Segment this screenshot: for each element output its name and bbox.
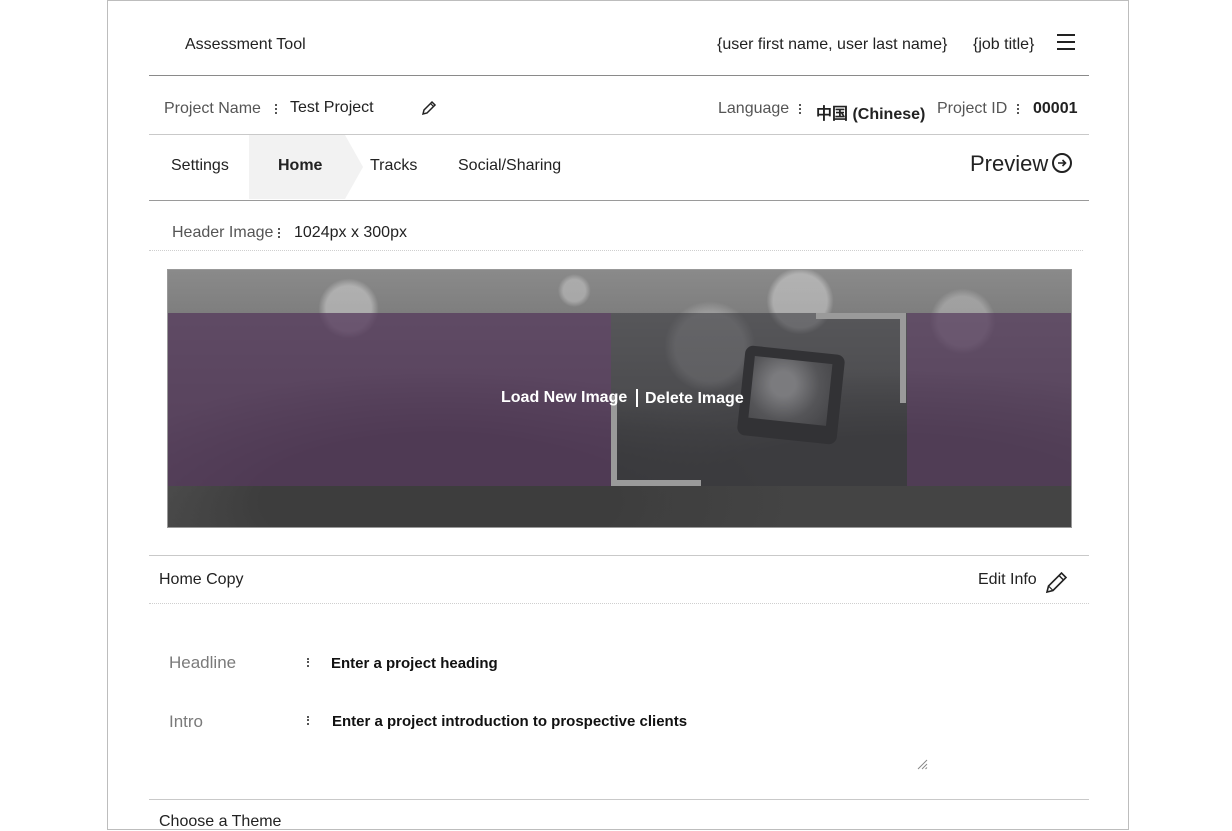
tab-home[interactable]: Home xyxy=(278,157,322,175)
project-id-value: 00001 xyxy=(1033,100,1078,117)
app-title: Assessment Tool xyxy=(185,36,306,53)
hero-overlay-right xyxy=(907,313,1071,486)
section-divider xyxy=(149,555,1089,556)
pencil-icon[interactable] xyxy=(421,100,437,116)
edit-info-button[interactable]: Edit Info xyxy=(978,571,1037,589)
job-title: {job title} xyxy=(973,36,1035,53)
frame-bracket xyxy=(611,396,701,486)
label-separator xyxy=(275,104,277,114)
header-image-size: 1024px x 300px xyxy=(294,224,407,241)
action-separator xyxy=(636,389,638,407)
project-name-label: Project Name xyxy=(164,100,261,117)
language-label: Language xyxy=(718,100,790,117)
user-name[interactable]: {user first name, user last name} xyxy=(717,36,947,54)
dotted-divider xyxy=(149,603,1089,604)
language-value[interactable]: 中国 (Chinese) xyxy=(816,100,925,124)
label-separator xyxy=(307,658,309,667)
label-separator xyxy=(1017,104,1019,114)
frame-bracket xyxy=(816,313,906,403)
header-image: Load New Image Delete Image xyxy=(167,269,1072,528)
label-separator xyxy=(278,228,280,238)
header-divider xyxy=(149,75,1089,76)
pencil-icon[interactable] xyxy=(1044,569,1070,595)
choose-theme-label: Choose a Theme xyxy=(159,813,282,830)
tab-home-arrow xyxy=(345,135,363,199)
project-id-label: Project ID xyxy=(937,100,1008,117)
header-image-label: Header Image xyxy=(172,224,274,241)
project-name-value: Test Project xyxy=(290,99,374,116)
tab-social-sharing[interactable]: Social/Sharing xyxy=(458,157,561,175)
headline-label: Headline xyxy=(169,653,237,672)
label-separator xyxy=(799,104,801,114)
preview-button[interactable]: Preview xyxy=(970,151,1048,177)
section-divider xyxy=(149,799,1089,800)
dotted-divider xyxy=(149,250,1083,251)
delete-image-button[interactable]: Delete Image xyxy=(645,390,744,408)
tab-settings[interactable]: Settings xyxy=(171,157,229,175)
arrow-circle-right-icon[interactable] xyxy=(1052,153,1072,173)
label-separator xyxy=(307,716,309,725)
intro-textarea[interactable]: Enter a project introduction to prospect… xyxy=(332,713,687,730)
tab-tracks[interactable]: Tracks xyxy=(370,157,417,175)
resize-handle-icon[interactable] xyxy=(916,757,928,770)
intro-label: Intro xyxy=(169,712,204,731)
hamburger-icon[interactable] xyxy=(1057,34,1075,50)
load-new-image-button[interactable]: Load New Image xyxy=(501,389,627,407)
tabs-divider xyxy=(149,200,1089,201)
headline-input[interactable]: Enter a project heading xyxy=(331,655,498,672)
home-copy-label: Home Copy xyxy=(159,571,244,588)
